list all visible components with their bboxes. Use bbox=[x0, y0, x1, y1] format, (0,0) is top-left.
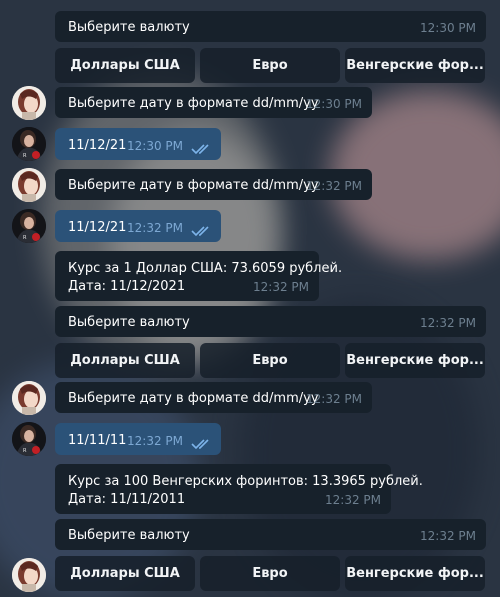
keyboard-button-usd[interactable]: Доллары США bbox=[55, 343, 195, 378]
user-message: 11/12/21 12:30 PM bbox=[55, 128, 221, 160]
message-text: Выберите дату в формате dd/mm/yy bbox=[68, 178, 319, 193]
bot-message: Выберите дату в формате dd/mm/yy 12:32 P… bbox=[55, 382, 372, 413]
message-time: 12:32 PM bbox=[253, 280, 309, 294]
button-label: Евро bbox=[252, 58, 288, 73]
bot-message: Выберите валюту 12:32 PM bbox=[55, 306, 486, 337]
bot-message: Выберите дату в формате dd/mm/yy 12:30 P… bbox=[55, 87, 372, 118]
bot-avatar[interactable] bbox=[12, 381, 46, 415]
bot-message: Выберите валюту 12:30 PM bbox=[55, 11, 486, 42]
message-text: 11/12/21 bbox=[68, 220, 127, 235]
button-label: Доллары США bbox=[70, 353, 180, 368]
message-text-line1: Курс за 100 Венгерских форинтов: 13.3965… bbox=[68, 474, 423, 489]
user-avatar[interactable] bbox=[12, 422, 46, 456]
message-text-line2: Дата: 11/11/2011 bbox=[68, 492, 186, 507]
keyboard-button-huf[interactable]: Венгерские фор... bbox=[345, 556, 485, 591]
message-time: 12:30 PM bbox=[127, 139, 183, 153]
button-label: Евро bbox=[252, 353, 288, 368]
message-time: 12:32 PM bbox=[306, 179, 362, 193]
keyboard-button-huf[interactable]: Венгерские фор... bbox=[345, 48, 485, 83]
user-message: 11/12/21 12:32 PM bbox=[55, 210, 221, 242]
message-time: 12:32 PM bbox=[420, 529, 476, 543]
keyboard-button-eur[interactable]: Евро bbox=[200, 343, 340, 378]
button-label: Доллары США bbox=[70, 58, 180, 73]
user-message: 11/11/11 12:32 PM bbox=[55, 423, 221, 455]
message-time: 12:32 PM bbox=[420, 316, 476, 330]
button-label: Венгерские фор... bbox=[346, 353, 484, 368]
keyboard-button-eur[interactable]: Евро bbox=[200, 556, 340, 591]
bot-message: Выберите валюту 12:32 PM bbox=[55, 519, 486, 550]
button-label: Доллары США bbox=[70, 566, 180, 581]
double-check-icon bbox=[191, 439, 209, 450]
double-check-icon bbox=[191, 226, 209, 237]
message-text-line1: Курс за 1 Доллар США: 73.6059 рублей. bbox=[68, 261, 343, 276]
message-text: Выберите дату в формате dd/mm/yy bbox=[68, 96, 319, 111]
bot-avatar[interactable] bbox=[12, 86, 46, 120]
bot-message: Курс за 1 Доллар США: 73.6059 рублей. Да… bbox=[55, 251, 342, 301]
button-label: Евро bbox=[252, 566, 288, 581]
message-time: 12:32 PM bbox=[127, 221, 183, 235]
keyboard-button-usd[interactable]: Доллары США bbox=[55, 48, 195, 83]
message-text-line2: Дата: 11/12/2021 bbox=[68, 279, 186, 294]
message-time: 12:30 PM bbox=[306, 97, 362, 111]
keyboard-button-usd[interactable]: Доллары США bbox=[55, 556, 195, 591]
user-avatar[interactable] bbox=[12, 127, 46, 161]
bot-avatar[interactable] bbox=[12, 558, 46, 592]
message-text: 11/12/21 bbox=[68, 138, 127, 153]
bot-avatar[interactable] bbox=[12, 168, 46, 202]
double-check-icon bbox=[191, 144, 209, 155]
message-text: Выберите валюту bbox=[68, 315, 190, 330]
message-time: 12:32 PM bbox=[306, 392, 362, 406]
message-time: 12:30 PM bbox=[420, 21, 476, 35]
bot-message: Курс за 100 Венгерских форинтов: 13.3965… bbox=[55, 464, 423, 514]
user-avatar[interactable] bbox=[12, 209, 46, 243]
button-label: Венгерские фор... bbox=[346, 566, 484, 581]
message-text: 11/11/11 bbox=[68, 433, 127, 448]
message-time: 12:32 PM bbox=[325, 493, 381, 507]
message-text: Выберите валюту bbox=[68, 20, 190, 35]
keyboard-button-eur[interactable]: Евро bbox=[200, 48, 340, 83]
message-text: Выберите валюту bbox=[68, 528, 190, 543]
message-text: Выберите дату в формате dd/mm/yy bbox=[68, 391, 319, 406]
button-label: Венгерские фор... bbox=[346, 58, 484, 73]
keyboard-button-huf[interactable]: Венгерские фор... bbox=[345, 343, 485, 378]
message-time: 12:32 PM bbox=[127, 434, 183, 448]
bot-message: Выберите дату в формате dd/mm/yy 12:32 P… bbox=[55, 169, 372, 200]
